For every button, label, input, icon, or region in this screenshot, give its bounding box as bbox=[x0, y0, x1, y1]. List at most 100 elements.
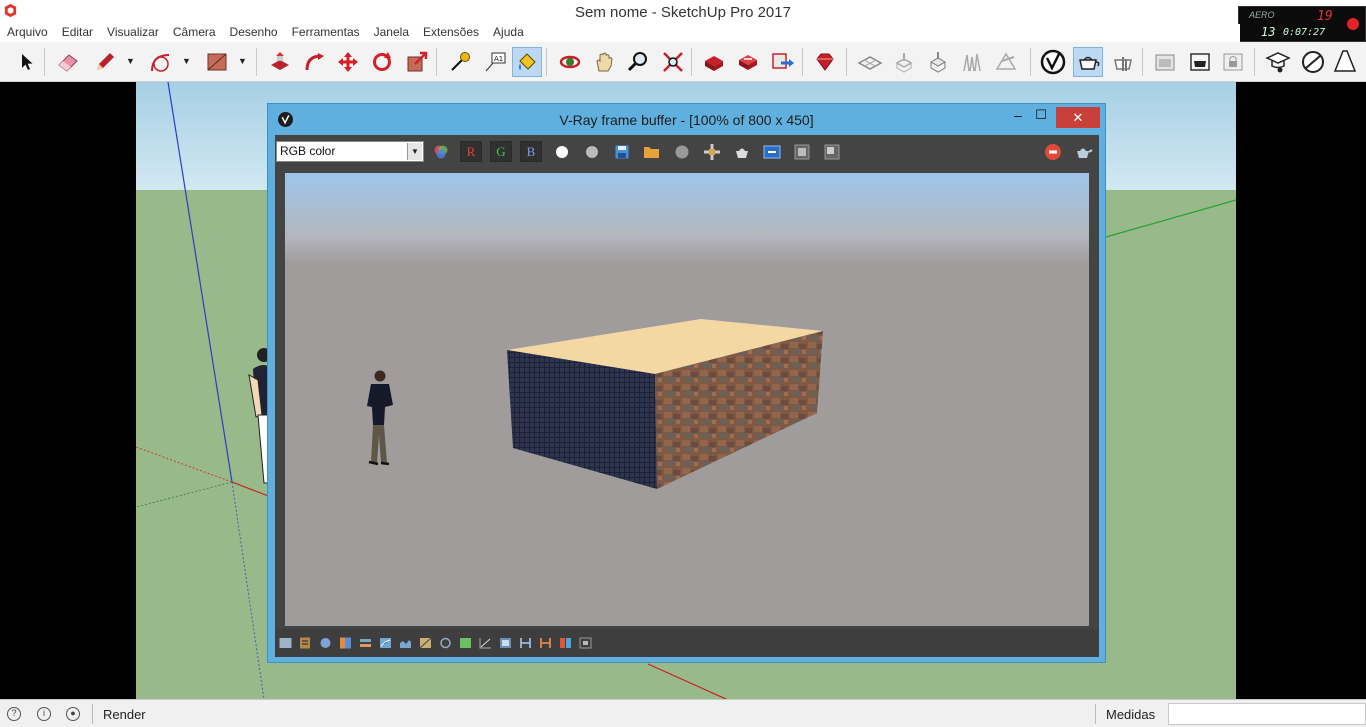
menu-arquivo[interactable]: Arquivo bbox=[7, 24, 48, 42]
test-resolution-icon[interactable] bbox=[579, 637, 592, 649]
ab-compare-icon[interactable] bbox=[559, 637, 572, 649]
curves-icon[interactable] bbox=[379, 637, 392, 649]
vfb-title: V-Ray frame buffer - [100% of 800 x 450] bbox=[559, 112, 814, 128]
rotate-icon[interactable] bbox=[367, 47, 397, 77]
mono-view-icon[interactable] bbox=[551, 141, 573, 162]
save-icon[interactable] bbox=[611, 141, 633, 162]
region-render-icon[interactable] bbox=[821, 141, 843, 162]
menu-janela[interactable]: Janela bbox=[374, 24, 409, 42]
display-icon[interactable] bbox=[499, 637, 512, 649]
graph-icon[interactable] bbox=[479, 637, 492, 649]
user-icon[interactable]: ● bbox=[66, 707, 80, 721]
status-bar: ? i ● Render Medidas bbox=[0, 699, 1366, 727]
menu-visualizar[interactable]: Visualizar bbox=[107, 24, 159, 42]
vray-icon[interactable] bbox=[1038, 47, 1068, 77]
blue-channel-button[interactable]: B bbox=[520, 141, 542, 162]
zoom-extents-icon[interactable] bbox=[658, 47, 688, 77]
vray-frame-buffer-window[interactable]: V-Ray frame buffer - [100% of 800 x 450]… bbox=[267, 103, 1106, 663]
green-channel-button[interactable]: G bbox=[490, 141, 512, 162]
credits-icon[interactable]: i bbox=[37, 707, 51, 721]
clear-image-icon[interactable] bbox=[671, 141, 693, 162]
vfb-toolbar: RGB color ▼ R G B bbox=[275, 135, 1099, 169]
shape-dropdown-icon[interactable]: ▼ bbox=[238, 56, 247, 66]
stop-render-icon[interactable] bbox=[1042, 141, 1064, 162]
channel-select[interactable]: RGB color ▼ bbox=[276, 141, 424, 162]
pencil-icon[interactable] bbox=[90, 47, 120, 77]
menu-desenho[interactable]: Desenho bbox=[230, 24, 278, 42]
arc-icon[interactable] bbox=[146, 47, 176, 77]
follow-mouse-icon[interactable] bbox=[701, 141, 723, 162]
rectangle-icon[interactable] bbox=[202, 47, 232, 77]
exposure-icon[interactable] bbox=[419, 637, 432, 649]
vfb-panel-icon[interactable] bbox=[299, 637, 312, 649]
compare-icon[interactable] bbox=[539, 637, 552, 649]
education-icon[interactable] bbox=[1263, 47, 1293, 77]
recorder-count-top: 19 bbox=[1317, 9, 1333, 24]
vray-frame-buffer-icon[interactable] bbox=[1150, 47, 1180, 77]
history-icon[interactable] bbox=[279, 637, 292, 649]
select-icon[interactable] bbox=[12, 47, 42, 77]
flip-edge-icon[interactable] bbox=[991, 47, 1021, 77]
rendered-image[interactable] bbox=[285, 173, 1089, 626]
spot-light-icon[interactable] bbox=[1331, 47, 1361, 77]
maximize-button[interactable]: ☐ bbox=[1034, 108, 1048, 123]
lens-effects-icon[interactable] bbox=[761, 141, 783, 162]
close-button[interactable]: ✕ bbox=[1056, 107, 1100, 128]
menu-extensoes[interactable]: Extensões bbox=[423, 24, 479, 42]
send-to-layout-icon[interactable] bbox=[768, 47, 798, 77]
extension-warehouse-icon[interactable] bbox=[733, 47, 763, 77]
paint-bucket-icon[interactable] bbox=[512, 47, 542, 77]
follow-me-icon[interactable] bbox=[300, 47, 330, 77]
menu-camera[interactable]: Câmera bbox=[173, 24, 216, 42]
histogram-icon[interactable] bbox=[399, 637, 412, 649]
orbit-icon[interactable] bbox=[555, 47, 585, 77]
track-mouse-icon[interactable] bbox=[791, 141, 813, 162]
recorder-time: 0:07:27 bbox=[1283, 27, 1326, 38]
menu-ferramentas[interactable]: Ferramentas bbox=[292, 24, 360, 42]
color-correction-icon[interactable] bbox=[339, 637, 352, 649]
vray-render-icon[interactable] bbox=[1073, 47, 1103, 77]
pencil-dropdown-icon[interactable]: ▼ bbox=[126, 56, 135, 66]
ruby-icon[interactable] bbox=[810, 47, 840, 77]
vray-interactive-icon[interactable] bbox=[1108, 47, 1138, 77]
drape-icon[interactable] bbox=[957, 47, 987, 77]
render-region-teapot-icon[interactable] bbox=[731, 141, 753, 162]
push-pull-icon[interactable] bbox=[265, 47, 295, 77]
info-icon[interactable] bbox=[319, 637, 332, 649]
color-channels-icon[interactable] bbox=[430, 141, 452, 162]
vray-lock-icon[interactable] bbox=[1218, 47, 1248, 77]
warehouse-icon[interactable] bbox=[699, 47, 729, 77]
alpha-view-icon[interactable] bbox=[581, 141, 603, 162]
text-icon[interactable]: A1 bbox=[480, 47, 510, 77]
vray-options-icon[interactable] bbox=[1185, 47, 1215, 77]
vfb-title-bar[interactable]: V-Ray frame buffer - [100% of 800 x 450]… bbox=[268, 104, 1105, 134]
menu-ajuda[interactable]: Ajuda bbox=[493, 24, 524, 42]
menu-editar[interactable]: Editar bbox=[62, 24, 93, 42]
arc-dropdown-icon[interactable]: ▼ bbox=[182, 56, 191, 66]
hdr-icon[interactable] bbox=[519, 637, 532, 649]
levels-icon[interactable] bbox=[359, 637, 372, 649]
record-icon[interactable] bbox=[1347, 18, 1359, 30]
vfb-bottom-toolbar bbox=[275, 629, 1099, 657]
red-channel-button[interactable]: R bbox=[460, 141, 482, 162]
sandbox-from-scratch-icon[interactable] bbox=[889, 47, 919, 77]
zoom-icon[interactable] bbox=[623, 47, 653, 77]
lut-icon[interactable] bbox=[459, 637, 472, 649]
scale-icon[interactable] bbox=[402, 47, 432, 77]
eraser-icon[interactable] bbox=[53, 47, 83, 77]
pan-icon[interactable] bbox=[589, 47, 619, 77]
chevron-down-icon[interactable]: ▼ bbox=[407, 143, 422, 160]
move-icon[interactable] bbox=[333, 47, 363, 77]
tape-measure-icon[interactable] bbox=[445, 47, 475, 77]
measurements-input[interactable] bbox=[1168, 703, 1366, 725]
menu-bar: Arquivo Editar Visualizar Câmera Desenho… bbox=[0, 24, 1240, 42]
white-balance-icon[interactable] bbox=[439, 637, 452, 649]
minimize-button[interactable]: – bbox=[1010, 108, 1026, 124]
sandbox-icon[interactable] bbox=[855, 47, 885, 77]
stamp-icon[interactable] bbox=[923, 47, 953, 77]
sphere-light-icon[interactable] bbox=[1298, 47, 1328, 77]
render-teapot-icon[interactable] bbox=[1072, 141, 1094, 162]
geo-location-icon[interactable]: ? bbox=[7, 707, 21, 721]
open-folder-icon[interactable] bbox=[641, 141, 663, 162]
recorder-count-bottom: 13 bbox=[1261, 25, 1276, 39]
